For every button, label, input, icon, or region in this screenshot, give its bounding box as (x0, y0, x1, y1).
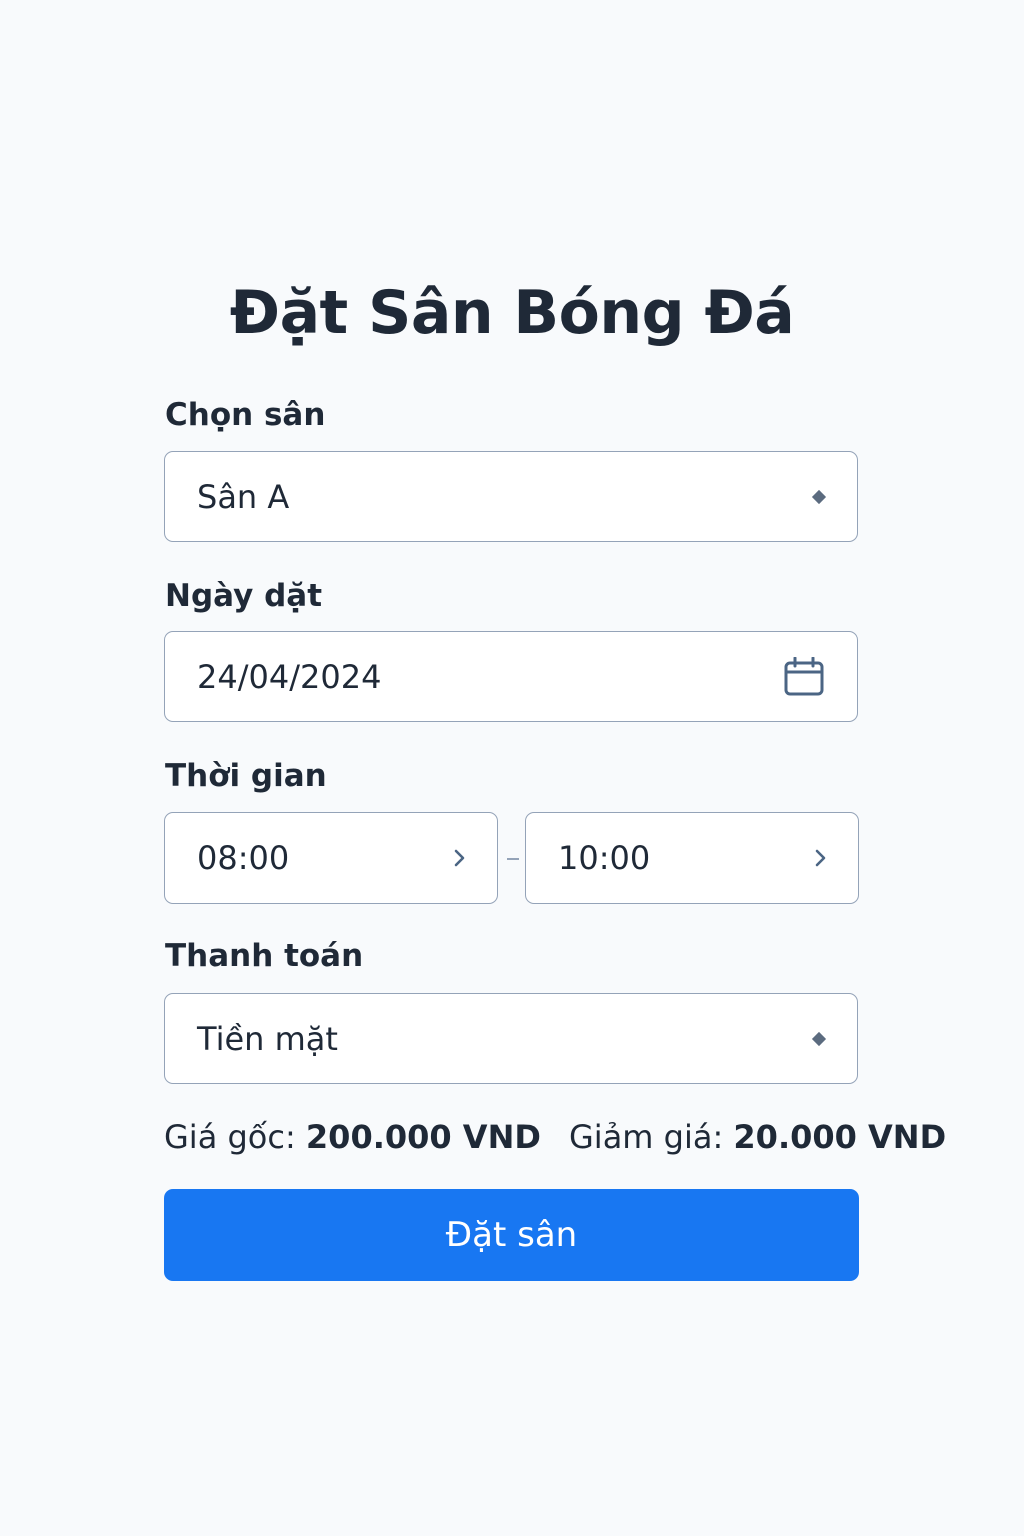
chevron-right-icon (454, 849, 465, 867)
calendar-icon[interactable] (784, 656, 824, 697)
discount: Giảm giá: 20.000 VND (569, 1118, 946, 1156)
payment-select-value: Tiền mặt (197, 1019, 338, 1058)
court-select-value: Sân A (197, 477, 290, 516)
dropdown-diamond-icon (811, 1031, 827, 1046)
time-range-separator (507, 858, 519, 860)
booking-page: Đặt Sân Bóng Đá Chọn sân Sân A Ngày dặt … (0, 0, 1024, 1536)
court-select[interactable]: Sân A (164, 451, 858, 542)
discount-label: Giảm giá: (569, 1118, 724, 1156)
book-button[interactable]: Đặt sân (164, 1189, 859, 1281)
end-time-value: 10:00 (558, 839, 651, 877)
original-price-label: Giá gốc: (164, 1118, 296, 1156)
discount-value: 20.000 VND (733, 1118, 947, 1156)
time-label: Thời gian (165, 758, 327, 794)
date-input-value: 24/04/2024 (197, 657, 382, 696)
original-price-value: 200.000 VND (305, 1118, 541, 1156)
page-title: Đặt Sân Bóng Đá (229, 278, 795, 348)
start-time-select[interactable]: 08:00 (164, 812, 498, 904)
payment-select[interactable]: Tiền mặt (164, 993, 858, 1084)
date-label: Ngày dặt (165, 578, 323, 614)
date-input[interactable]: 24/04/2024 (164, 631, 858, 722)
end-time-select[interactable]: 10:00 (525, 812, 859, 904)
original-price: Giá gốc: 200.000 VND (164, 1118, 541, 1156)
payment-label: Thanh toán (165, 938, 364, 974)
dropdown-diamond-icon (811, 489, 827, 504)
start-time-value: 08:00 (197, 839, 290, 877)
chevron-right-icon (815, 849, 826, 867)
court-label: Chọn sân (165, 397, 326, 433)
